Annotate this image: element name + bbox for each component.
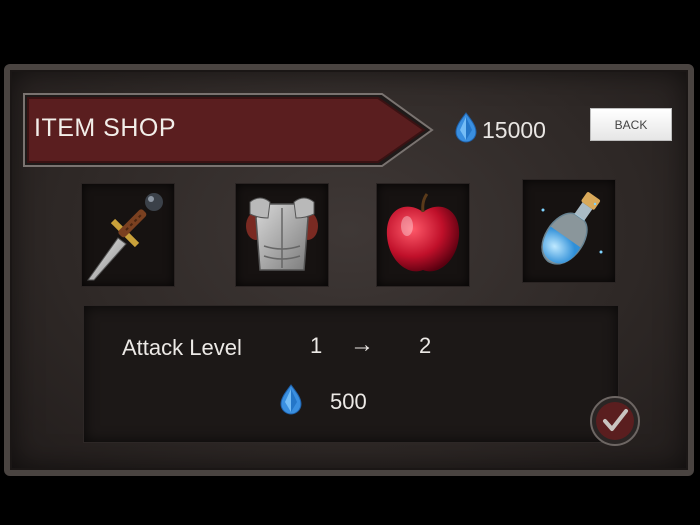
title-banner: ITEM SHOP <box>22 92 434 168</box>
gem-icon <box>279 384 303 421</box>
stat-label: Attack Level <box>122 335 242 360</box>
item-slot-apple[interactable] <box>377 184 469 286</box>
item-slot-armor[interactable] <box>236 184 328 286</box>
sword-icon <box>87 193 163 281</box>
next-level: 2 <box>419 333 432 358</box>
gem-balance-value: 15000 <box>482 116 546 143</box>
arrow-right-icon: → <box>350 331 374 358</box>
gem-balance: 15000 <box>454 111 546 149</box>
potion-icon <box>541 192 603 265</box>
upgrade-cost: 500 <box>330 389 367 414</box>
item-slot-sword[interactable] <box>82 184 174 286</box>
confirm-button[interactable] <box>590 396 640 446</box>
current-level: 1 <box>310 333 323 358</box>
back-button[interactable]: BACK <box>590 108 672 141</box>
armor-icon <box>246 197 318 271</box>
page-title: ITEM SHOP <box>34 114 177 142</box>
apple-icon <box>386 193 460 272</box>
checkmark-icon <box>590 396 640 446</box>
upgrade-details <box>84 306 618 442</box>
gem-icon <box>454 111 478 149</box>
item-slot-potion[interactable] <box>523 180 615 282</box>
